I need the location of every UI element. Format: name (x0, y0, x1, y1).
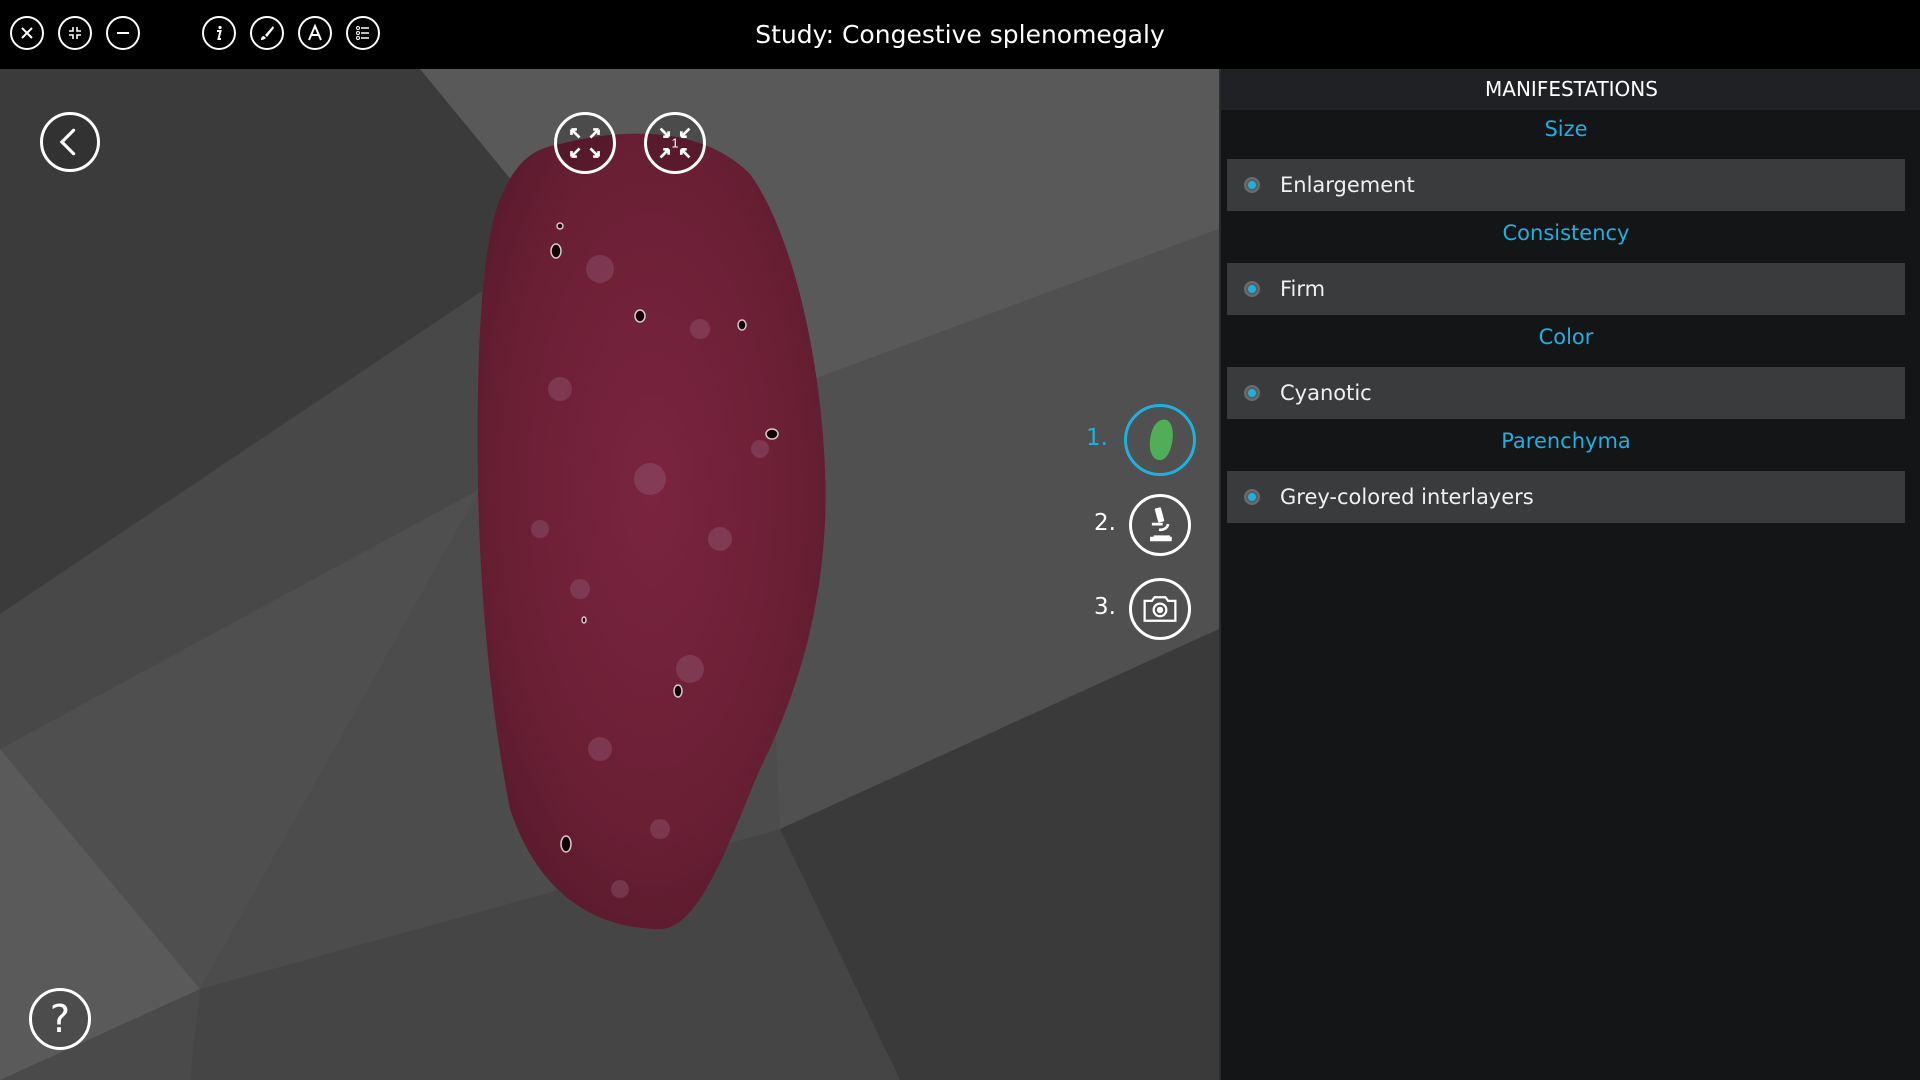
manifestation-label: Firm (1280, 277, 1326, 301)
microscope-icon (1150, 507, 1172, 542)
info-icon (217, 25, 222, 40)
text-font-icon (308, 23, 322, 41)
spleen-specimen (477, 133, 826, 929)
manifestation-item-firm[interactable]: Firm (1227, 263, 1905, 315)
minimize-button[interactable] (106, 16, 140, 50)
manifestation-item-grey-interlayers[interactable]: Grey-colored interlayers (1227, 471, 1905, 523)
expand-arrows-icon (570, 128, 600, 158)
radio-indicator (1244, 177, 1260, 193)
step-2-number: 2. (1094, 510, 1116, 536)
manifestations-panel: MANIFESTATIONS Size Enlargement Consiste… (1219, 69, 1920, 1080)
fit-one-button[interactable]: 1 (644, 112, 706, 174)
brush-button[interactable] (250, 16, 284, 50)
close-button[interactable] (10, 16, 44, 50)
text-button[interactable] (298, 16, 332, 50)
step-3-camera-button[interactable] (1129, 578, 1191, 640)
window-title: Study: Congestive splenomegaly (755, 20, 1165, 49)
minimize-icon (117, 32, 129, 34)
top-bar: Study: Congestive splenomegaly (0, 0, 1920, 69)
manifestation-label: Grey-colored interlayers (1280, 485, 1534, 509)
back-button[interactable] (40, 112, 100, 172)
radio-indicator (1244, 281, 1260, 297)
help-label: ? (49, 997, 71, 1041)
step-3-number: 3. (1094, 594, 1116, 620)
list-icon (356, 26, 369, 40)
chevron-left-icon (59, 128, 76, 156)
fullscreen-exit-icon (69, 27, 81, 39)
category-color: Color (1538, 325, 1594, 349)
manifestation-item-enlargement[interactable]: Enlargement (1227, 159, 1905, 211)
manifestation-label: Enlargement (1280, 173, 1415, 197)
step-1-number: 1. (1086, 425, 1108, 451)
radio-indicator (1244, 489, 1260, 505)
info-button[interactable] (202, 16, 236, 50)
specimen-icon (1149, 419, 1173, 461)
step-2-microscope-button[interactable] (1129, 494, 1191, 556)
help-button[interactable]: ? (29, 988, 91, 1050)
brush-icon (261, 26, 274, 40)
manifestation-item-cyanotic[interactable]: Cyanotic (1227, 367, 1905, 419)
exit-fullscreen-button[interactable] (58, 16, 92, 50)
manifestation-label: Cyanotic (1280, 381, 1372, 405)
category-size: Size (1544, 117, 1588, 141)
list-button[interactable] (346, 16, 380, 50)
step-1-specimen-button[interactable] (1124, 404, 1196, 476)
fit-one-label: 1 (671, 137, 678, 151)
fit-view-button[interactable] (554, 112, 616, 174)
close-icon (21, 27, 33, 39)
panel-header: MANIFESTATIONS (1221, 69, 1920, 110)
radio-indicator (1244, 385, 1260, 401)
category-parenchyma: Parenchyma (1501, 429, 1631, 453)
compress-arrows-icon: 1 (659, 127, 691, 159)
camera-icon (1143, 596, 1177, 622)
category-consistency: Consistency (1502, 221, 1630, 245)
specimen-viewer[interactable]: 1 1. 2. 3. ? (0, 69, 1219, 1080)
